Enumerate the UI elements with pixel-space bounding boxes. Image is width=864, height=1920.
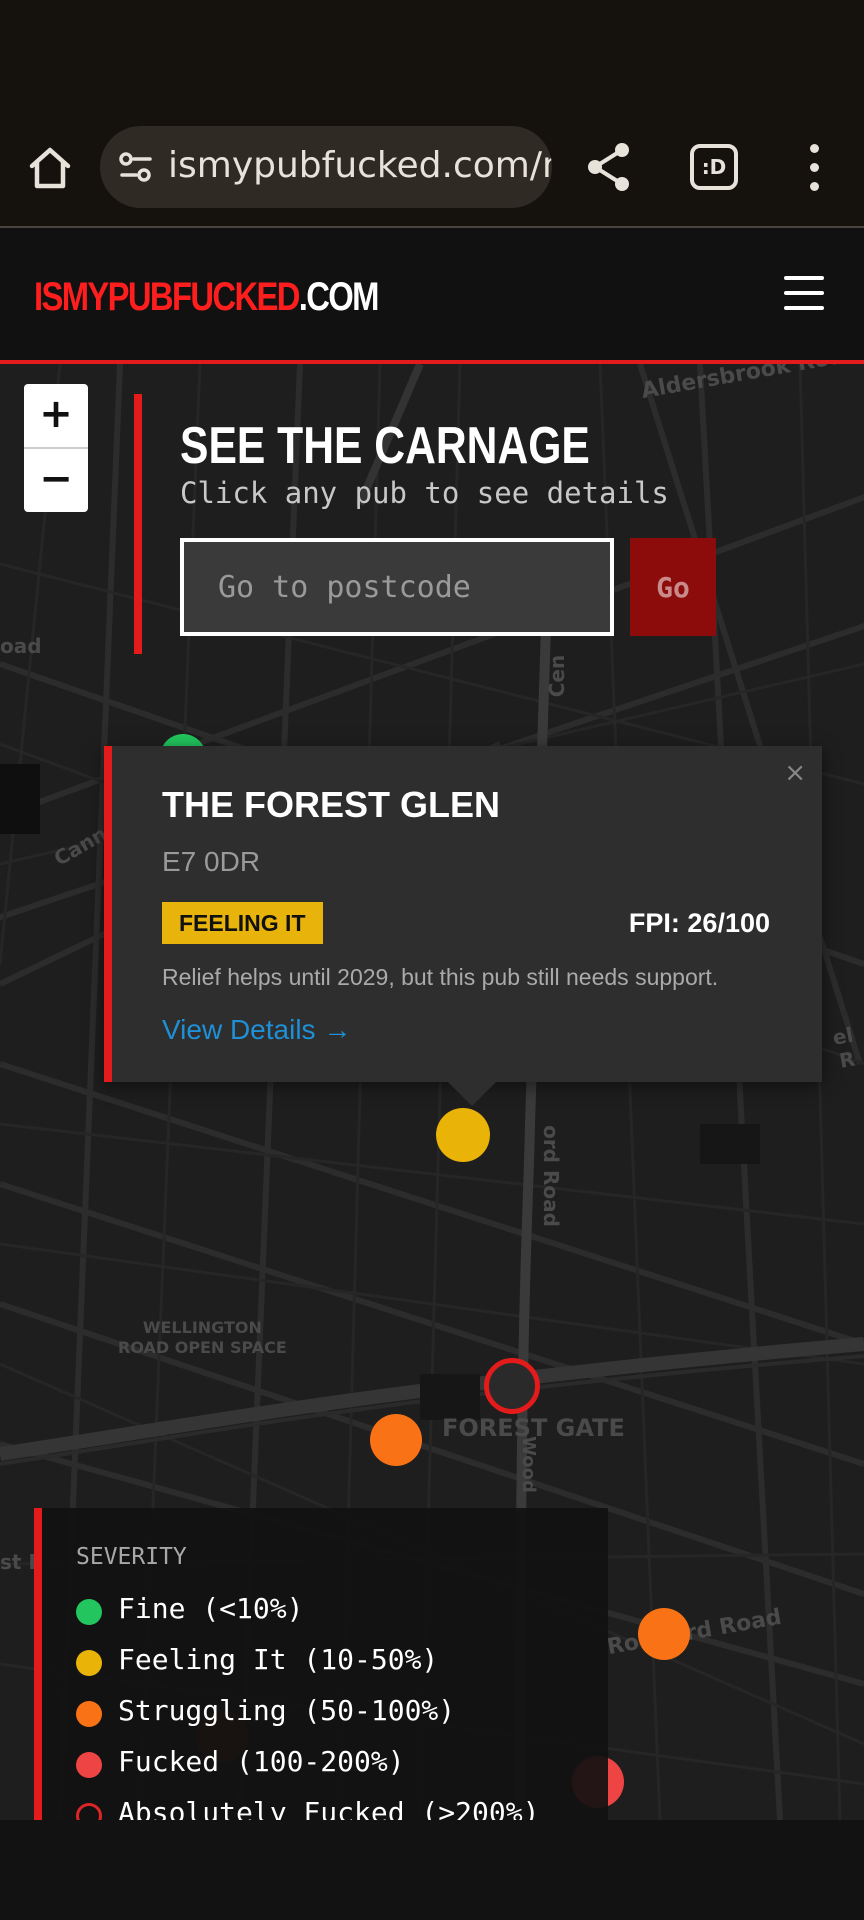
legend-dot: [76, 1752, 102, 1778]
severity-legend: SEVERITY Fine (<10%) Feeling It (10-50%)…: [34, 1508, 608, 1820]
legend-label: Struggling (50-100%): [118, 1694, 456, 1727]
legend-title: SEVERITY: [76, 1544, 187, 1570]
pub-marker-absolutely-fucked[interactable]: [484, 1358, 540, 1414]
map-label-cen: Cen: [545, 654, 570, 698]
fpi-score: FPI: 26/100: [628, 908, 770, 938]
site-settings-icon[interactable]: [118, 150, 154, 184]
tab-switcher-button[interactable]: :D: [690, 144, 738, 190]
pub-marker-struggling[interactable]: [638, 1608, 690, 1660]
legend-label: Fucked (100-200%): [118, 1745, 405, 1778]
map-label-ord-road: ord Road: [538, 1125, 563, 1227]
logo-red-text: ISMYPUBFUCKED: [34, 275, 300, 319]
zoom-in-button[interactable]: +: [24, 384, 88, 447]
map-label-el-r: el R: [830, 1022, 857, 1073]
home-icon[interactable]: [22, 140, 78, 196]
popup-pointer: [448, 1082, 496, 1106]
legend-dot: [76, 1701, 102, 1727]
bottom-bar: [0, 1820, 864, 1920]
logo-white-text: .COM: [298, 275, 380, 319]
map-label-wellington: WELLINGTON ROAD OPEN SPACE: [118, 1318, 287, 1358]
legend-dot: [76, 1599, 102, 1625]
map-label-wellington-line2: ROAD OPEN SPACE: [118, 1338, 287, 1357]
legend-label: Feeling It (10-50%): [118, 1643, 439, 1676]
map-label-woodgrange: Wood: [517, 1436, 539, 1493]
url-text: ismypubfucked.com/m: [168, 145, 552, 186]
search-title: SEE THE CARNAGE: [180, 417, 590, 475]
url-bar[interactable]: ismypubfucked.com/m: [100, 126, 552, 208]
pub-marker-struggling[interactable]: [370, 1414, 422, 1466]
zoom-out-button[interactable]: −: [24, 449, 88, 512]
postcode-input[interactable]: [180, 538, 614, 636]
view-details-link[interactable]: View Details →: [162, 1014, 351, 1046]
legend-label: Fine (<10%): [118, 1592, 304, 1625]
map-label-road-left: oad: [0, 634, 42, 658]
site-header: ISMYPUBFUCKED.COM: [0, 228, 864, 364]
pub-marker-selected[interactable]: [436, 1108, 490, 1162]
hamburger-menu-icon[interactable]: [784, 276, 824, 310]
overflow-menu-icon[interactable]: [802, 142, 826, 194]
search-subtitle: Click any pub to see details: [180, 476, 669, 510]
site-logo[interactable]: ISMYPUBFUCKED.COM: [34, 274, 380, 320]
map-label-wellington-line1: WELLINGTON: [142, 1318, 262, 1337]
severity-badge: FEELING IT: [162, 902, 323, 944]
zoom-control: + −: [24, 384, 88, 512]
pub-name: THE FOREST GLEN: [162, 784, 501, 825]
legend-dot: [76, 1650, 102, 1676]
search-panel: SEE THE CARNAGE Click any pub to see det…: [134, 394, 742, 654]
close-icon[interactable]: ×: [784, 758, 806, 788]
map-canvas[interactable]: Aldersbrook Road oad Cann Cen el R ord R…: [0, 364, 864, 1820]
legend-label: Absolutely Fucked (>200%): [118, 1796, 540, 1820]
pub-popup: × THE FOREST GLEN E7 0DR FEELING IT FPI:…: [104, 746, 822, 1082]
legend-dot: [76, 1803, 102, 1820]
pub-description: Relief helps until 2029, but this pub st…: [162, 964, 719, 990]
pub-postcode: E7 0DR: [162, 846, 261, 877]
go-button[interactable]: Go: [630, 538, 716, 636]
status-bar: [0, 0, 864, 100]
share-icon[interactable]: [584, 140, 634, 194]
browser-toolbar: ismypubfucked.com/m :D: [0, 100, 864, 228]
